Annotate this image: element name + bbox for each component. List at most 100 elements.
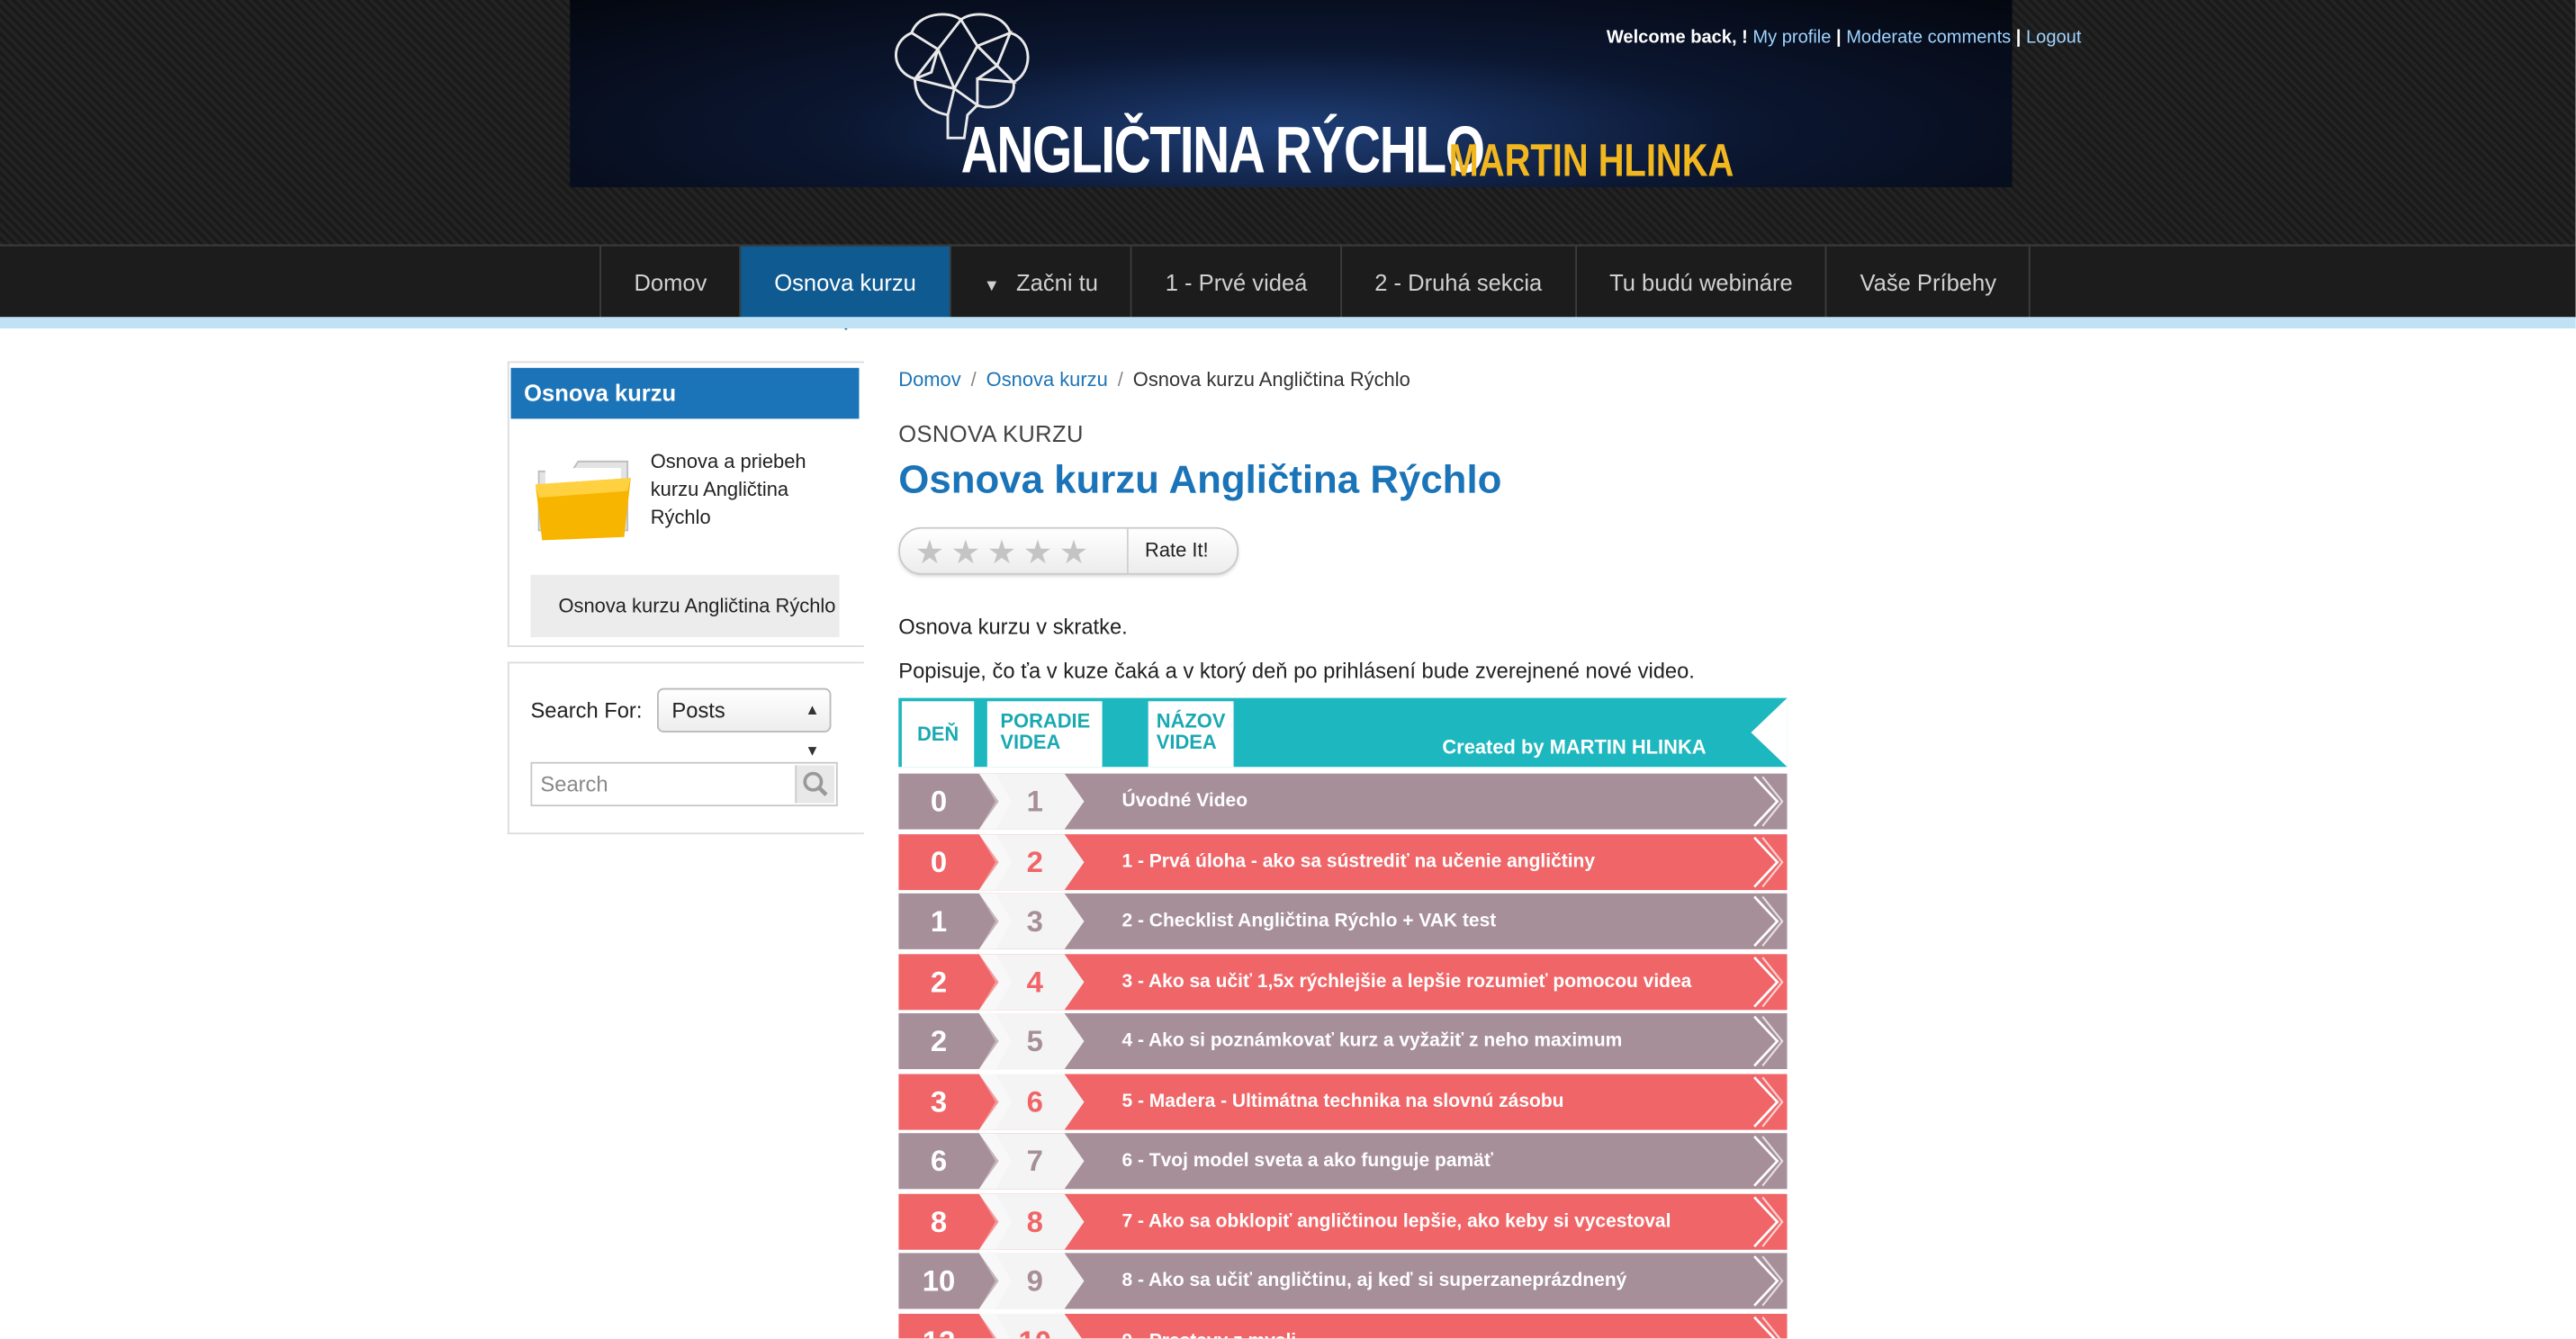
logout-link[interactable]: Logout <box>2026 28 2081 48</box>
chevron-right-icon <box>1753 956 1784 1007</box>
row-day: 6 <box>930 1145 948 1178</box>
row-day: 2 <box>930 965 948 998</box>
nav-item-osnova-kurzu[interactable]: Osnova kurzu <box>741 246 951 330</box>
brand-title: ANGLIČTINA RÝCHLO <box>960 114 1485 188</box>
table-row[interactable]: 12 10 9 - Prestavy z mysli <box>898 1313 1788 1339</box>
moderate-comments-link[interactable]: Moderate comments <box>1846 28 2011 48</box>
row-order: 5 <box>1026 1024 1043 1058</box>
row-title[interactable]: Úvodné Video <box>1121 774 1247 830</box>
table-row[interactable]: 8 8 7 - Ako sa obklopiť angličtinou lepšie… <box>898 1192 1788 1249</box>
chevron-right-icon <box>1753 1195 1784 1247</box>
category-eyebrow[interactable]: OSNOVA KURZU <box>898 420 1084 446</box>
row-day: 10 <box>922 1264 956 1298</box>
search-type-value: Posts <box>671 697 725 723</box>
sidebar-heading: Osnova kurzu <box>510 367 860 419</box>
search-label: Search For: <box>530 697 643 723</box>
nav-underline-strip <box>0 317 2576 328</box>
chevron-right-icon <box>1753 1075 1784 1127</box>
row-order: 6 <box>1026 1084 1043 1118</box>
schedule-table-header: DEŇ PORADIE VIDEA NÁZOV VIDEA Created by… <box>898 697 1788 768</box>
rating-stars[interactable]: ★★★★★ <box>915 532 1095 573</box>
rating-widget: ★★★★★ Rate It! <box>898 526 1239 575</box>
chevron-right-icon <box>1753 1135 1784 1187</box>
row-day: 2 <box>930 1024 948 1058</box>
row-order: 9 <box>1026 1264 1043 1298</box>
breadcrumb-link-osnova[interactable]: Osnova kurzu <box>986 368 1108 391</box>
main-nav: Domov Osnova kurzu ▼ Začni tu 1 - Prvé vi… <box>0 244 2576 330</box>
user-bar: Welcome back, ! My profile | Moderate co… <box>1606 28 2082 48</box>
table-row[interactable]: 3 6 5 - Madera - Ultimátna technika na slo… <box>898 1073 1788 1129</box>
row-title[interactable]: 7 - Ako sa obklopiť angličtinou lepšie, … <box>1121 1193 1671 1249</box>
table-row[interactable]: 1 3 2 - Checklist Angličtina Rýchlo + VAK … <box>898 893 1788 949</box>
column-header-name: NÁZOV VIDEA <box>1148 701 1234 768</box>
row-title[interactable]: 4 - Ako si poznámkovať kurz a vyžažiť z … <box>1121 1013 1622 1069</box>
row-order: 10 <box>994 1313 1076 1339</box>
row-day: 1 <box>930 904 948 939</box>
row-title[interactable]: 8 - Ako sa učiť angličtinu, aj keď si su… <box>1121 1253 1626 1308</box>
table-row[interactable]: 10 9 8 - Ako sa učiť angličtinu, aj keď si… <box>898 1253 1788 1309</box>
breadcrumb-separator: / <box>970 367 977 391</box>
welcome-text: Welcome back, ! <box>1606 28 1748 48</box>
search-input[interactable]: Search <box>530 761 838 807</box>
page: ANGLIČTINA RÝCHLO MARTIN HLINKA Welcome … <box>0 0 2576 1339</box>
nav-item-domov[interactable]: Domov <box>601 246 742 319</box>
folder-icon <box>535 460 631 541</box>
row-title[interactable]: 9 - Prestavy z mysli <box>1121 1313 1296 1338</box>
row-title[interactable]: 6 - Tvoj model sveta a ako funguje pamäť <box>1121 1133 1492 1189</box>
search-placeholder: Search <box>540 771 608 797</box>
row-order: 7 <box>1026 1145 1043 1178</box>
row-order: 3 <box>1026 904 1043 939</box>
row-title[interactable]: 2 - Checklist Angličtina Rýchlo + VAK te… <box>1121 894 1496 949</box>
sidebar-category-description: Osnova a priebeh kurzu Angličtina Rýchlo <box>650 450 806 529</box>
sidebar-item-osnova[interactable]: Osnova kurzu Angličtina Rýchlo <box>530 574 840 638</box>
nav-item-vase-pribehy[interactable]: Vaše Príbehy <box>1827 246 2031 319</box>
nav-item-zacni-tu[interactable]: ▼ Začni tu <box>950 246 1133 319</box>
star-icon[interactable]: ★ <box>1023 535 1059 571</box>
layout-root: ANGLIČTINA RÝCHLO MARTIN HLINKA Welcome … <box>0 0 2576 1339</box>
star-icon[interactable]: ★ <box>915 535 951 571</box>
nav-item-druha-sekcia[interactable]: 2 - Druhá sekcia <box>1342 246 1577 319</box>
chevron-right-icon <box>1753 835 1784 887</box>
star-icon[interactable]: ★ <box>987 535 1023 571</box>
select-arrows-icon: ▲ ▼ <box>805 701 820 759</box>
table-row[interactable]: 0 1 Úvodné Video <box>898 773 1788 830</box>
chevron-right-icon <box>1753 1315 1782 1339</box>
breadcrumb: Domov / Osnova kurzu / Osnova kurzu Angličti… <box>898 368 1410 391</box>
header: ANGLIČTINA RÝCHLO MARTIN HLINKA Welcome … <box>0 0 2576 245</box>
nav-item-prve-videa[interactable]: 1 - Prvé videá <box>1132 246 1342 319</box>
created-by-label: Created by MARTIN HLINKA <box>1442 735 1707 759</box>
schedule-table-body: 0 1 Úvodné Video 0 2 1 - Prvá úloha - ako sa … <box>898 773 1788 1339</box>
dropdown-caret-icon: ▼ <box>983 277 1000 296</box>
row-day: 3 <box>930 1084 948 1118</box>
table-row[interactable]: 0 2 1 - Prvá úloha - ako sa sústrediť na u… <box>898 833 1788 890</box>
page-title: Osnova kurzu Angličtina Rýchlo <box>898 458 1502 503</box>
row-order: 4 <box>1026 965 1043 998</box>
sidebar-search-widget: Search For: Posts ▲ ▼ Search <box>507 661 864 835</box>
chevron-right-icon <box>1753 1015 1784 1067</box>
row-title[interactable]: 1 - Prvá úloha - ako sa sústrediť na uče… <box>1121 833 1595 889</box>
row-title[interactable]: 3 - Ako sa učiť 1,5x rýchlejšie a lepšie… <box>1121 953 1691 1009</box>
row-order: 2 <box>1026 844 1043 878</box>
row-day: 8 <box>930 1204 948 1238</box>
breadcrumb-current: Osnova kurzu Angličtina Rýchlo <box>1132 367 1410 391</box>
row-title[interactable]: 5 - Madera - Ultimátna technika na slovn… <box>1121 1074 1563 1129</box>
column-header-day: DEŇ <box>901 701 975 768</box>
row-order: 1 <box>1026 785 1043 818</box>
chevron-right-icon <box>1753 1255 1784 1307</box>
star-icon[interactable]: ★ <box>1059 535 1095 571</box>
search-icon <box>803 771 828 796</box>
star-icon[interactable]: ★ <box>951 535 987 571</box>
header-notch-shape <box>1751 697 1788 768</box>
search-button[interactable] <box>795 765 835 804</box>
table-row[interactable]: 2 5 4 - Ako si poznámkovať kurz a vyžažiť … <box>898 1013 1788 1070</box>
rate-it-button[interactable]: Rate It! <box>1126 528 1235 573</box>
breadcrumb-separator: / <box>1117 367 1123 391</box>
search-type-select[interactable]: Posts ▲ ▼ <box>657 687 832 759</box>
breadcrumb-link-domov[interactable]: Domov <box>898 368 960 391</box>
sidebar-category-widget: Osnova kurzu Osnova a priebeh kurzu Angl… <box>507 361 864 648</box>
my-profile-link[interactable]: My profile <box>1752 28 1831 48</box>
intro-text: Osnova kurzu v skratke. <box>898 614 1128 639</box>
table-row[interactable]: 6 7 6 - Tvoj model sveta a ako funguje pam… <box>898 1133 1788 1190</box>
nav-item-webinare[interactable]: Tu budú webináre <box>1577 246 1827 319</box>
table-row[interactable]: 2 4 3 - Ako sa učiť 1,5x rýchlejšie a lepš… <box>898 953 1788 1010</box>
